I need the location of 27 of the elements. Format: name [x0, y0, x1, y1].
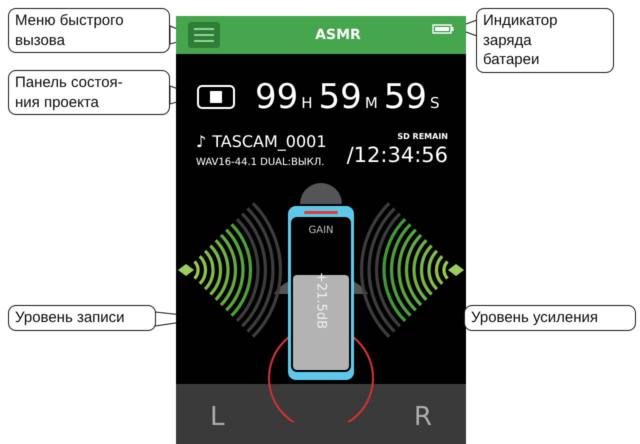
file-name: TASCAM_0001: [212, 132, 326, 151]
time-unit: M: [364, 94, 378, 112]
time-unit: S: [430, 94, 440, 112]
stop-icon: [210, 91, 222, 103]
time-value: 99: [255, 77, 298, 117]
channel-label: R: [414, 402, 432, 432]
battery-icon: [432, 24, 454, 34]
callout-label: Индикатор заряда батареи: [476, 8, 614, 72]
gain-slider[interactable]: GAIN +21.5dB: [288, 206, 354, 380]
callout-label: Уровень усиления: [464, 305, 636, 330]
time-unit: H: [301, 94, 313, 112]
file-format: WAV16-44.1 DUAL:ВЫКЛ.: [196, 157, 326, 168]
gain-label: GAIN: [308, 225, 334, 236]
callout-label: Панель состоя- ния проекта: [8, 70, 170, 115]
music-note: ♪: [196, 132, 206, 151]
remain-label: SD REMAIN: [397, 132, 448, 141]
stop-button[interactable]: [197, 85, 235, 109]
menu-button[interactable]: [188, 22, 220, 48]
menu-icon: [193, 27, 215, 43]
screen-title: ASMR: [315, 27, 361, 43]
callout-label: Меню быстрого вызова: [8, 8, 170, 53]
gain-value: +21.5dB: [314, 272, 328, 329]
time-value: 59: [384, 77, 428, 117]
channel-label: L: [210, 402, 224, 432]
remain-time: /12:34:56: [346, 143, 448, 167]
mic-top-shape: [300, 183, 342, 204]
time-value: 59: [318, 77, 362, 117]
